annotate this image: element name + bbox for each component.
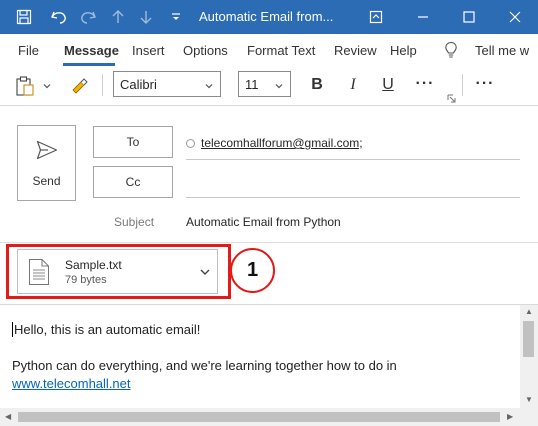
ribbon-display-options-icon[interactable] <box>364 5 388 29</box>
maximize-button[interactable] <box>446 0 492 34</box>
to-recipient[interactable]: telecomhallforum@gmail.com; <box>201 136 363 150</box>
bold-button[interactable]: B <box>305 73 329 97</box>
arrow-up-icon[interactable] <box>106 5 130 29</box>
arrow-down-icon[interactable] <box>134 5 158 29</box>
scroll-right-arrow-icon[interactable]: ▶ <box>507 412 513 421</box>
text-cursor <box>12 322 13 337</box>
tab-format-text[interactable]: Format Text <box>247 43 315 58</box>
horizontal-scrollbar[interactable]: ◀ ▶ <box>0 408 520 426</box>
redo-icon[interactable] <box>76 5 100 29</box>
body-link[interactable]: www.telecomhall.net <box>12 376 131 391</box>
font-dialog-launcher-icon[interactable] <box>445 92 457 104</box>
lightbulb-icon[interactable] <box>444 41 458 62</box>
body-line-1: Hello, this is an automatic email! <box>14 322 201 337</box>
to-button[interactable]: To <box>93 126 173 158</box>
italic-button[interactable]: I <box>341 73 365 97</box>
close-button[interactable] <box>492 0 538 34</box>
underline-button[interactable]: U <box>376 73 400 97</box>
tab-insert[interactable]: Insert <box>132 43 165 58</box>
font-name-value: Calibri <box>120 77 157 92</box>
cc-field-underline <box>186 197 520 198</box>
horizontal-scroll-thumb[interactable] <box>18 412 500 422</box>
to-field[interactable]: telecomhallforum@gmail.com; <box>186 136 363 150</box>
scrollbar-corner <box>520 408 538 426</box>
cc-button[interactable]: Cc <box>93 166 173 198</box>
cc-field[interactable] <box>186 168 520 196</box>
window-title: Automatic Email from... <box>199 9 334 24</box>
ribbon-tabs: File Message Insert Options Format Text … <box>0 34 538 66</box>
format-painter-icon[interactable] <box>68 75 92 97</box>
ribbon-toolbar: Calibri 11 B I U ··· ··· <box>0 66 538 106</box>
tab-message[interactable]: Message <box>64 43 119 58</box>
callout-number-badge: 1 <box>230 248 275 293</box>
paste-icon[interactable] <box>12 74 38 98</box>
vertical-scroll-thumb[interactable] <box>523 321 534 357</box>
scroll-down-arrow-icon[interactable]: ▼ <box>525 395 533 404</box>
tab-file[interactable]: File <box>18 43 39 58</box>
send-button[interactable]: Send <box>17 125 76 201</box>
font-name-select[interactable]: Calibri <box>113 71 221 97</box>
paste-options-chevron-icon[interactable] <box>40 78 54 94</box>
scroll-left-arrow-icon[interactable]: ◀ <box>5 412 11 421</box>
recipient-status-icon <box>186 138 195 148</box>
body-separator <box>0 304 538 305</box>
font-size-select[interactable]: 11 <box>238 71 291 97</box>
tab-review[interactable]: Review <box>334 43 377 58</box>
title-bar: Automatic Email from... <box>0 0 538 34</box>
subject-field[interactable]: Automatic Email from Python <box>186 215 341 229</box>
more-commands-button[interactable]: ··· <box>412 72 438 96</box>
send-label: Send <box>32 174 61 188</box>
chevron-down-icon <box>204 79 214 94</box>
ribbon-separator <box>102 74 103 96</box>
scroll-up-arrow-icon[interactable]: ▲ <box>525 307 533 316</box>
attachment-highlight-box <box>6 244 231 299</box>
to-field-underline <box>186 159 520 160</box>
save-icon[interactable] <box>12 5 36 29</box>
send-icon <box>36 140 58 163</box>
chevron-down-icon <box>274 79 284 94</box>
undo-icon[interactable] <box>47 5 71 29</box>
subject-label: Subject <box>114 215 155 229</box>
ribbon-separator <box>462 74 463 96</box>
more-options-button[interactable]: ··· <box>472 72 498 96</box>
vertical-scrollbar[interactable]: ▲ ▼ <box>520 305 538 408</box>
font-size-value: 11 <box>245 77 259 92</box>
minimize-button[interactable] <box>400 0 446 34</box>
customize-toolbar-icon[interactable] <box>164 5 188 29</box>
tab-options[interactable]: Options <box>183 43 228 58</box>
message-body[interactable]: Hello, this is an automatic email! Pytho… <box>12 321 512 393</box>
body-line-2: Python can do everything, and we're lear… <box>12 358 397 373</box>
tab-help[interactable]: Help <box>390 43 417 58</box>
attachment-separator <box>0 242 538 243</box>
tell-me-search[interactable]: Tell me w <box>475 43 529 58</box>
